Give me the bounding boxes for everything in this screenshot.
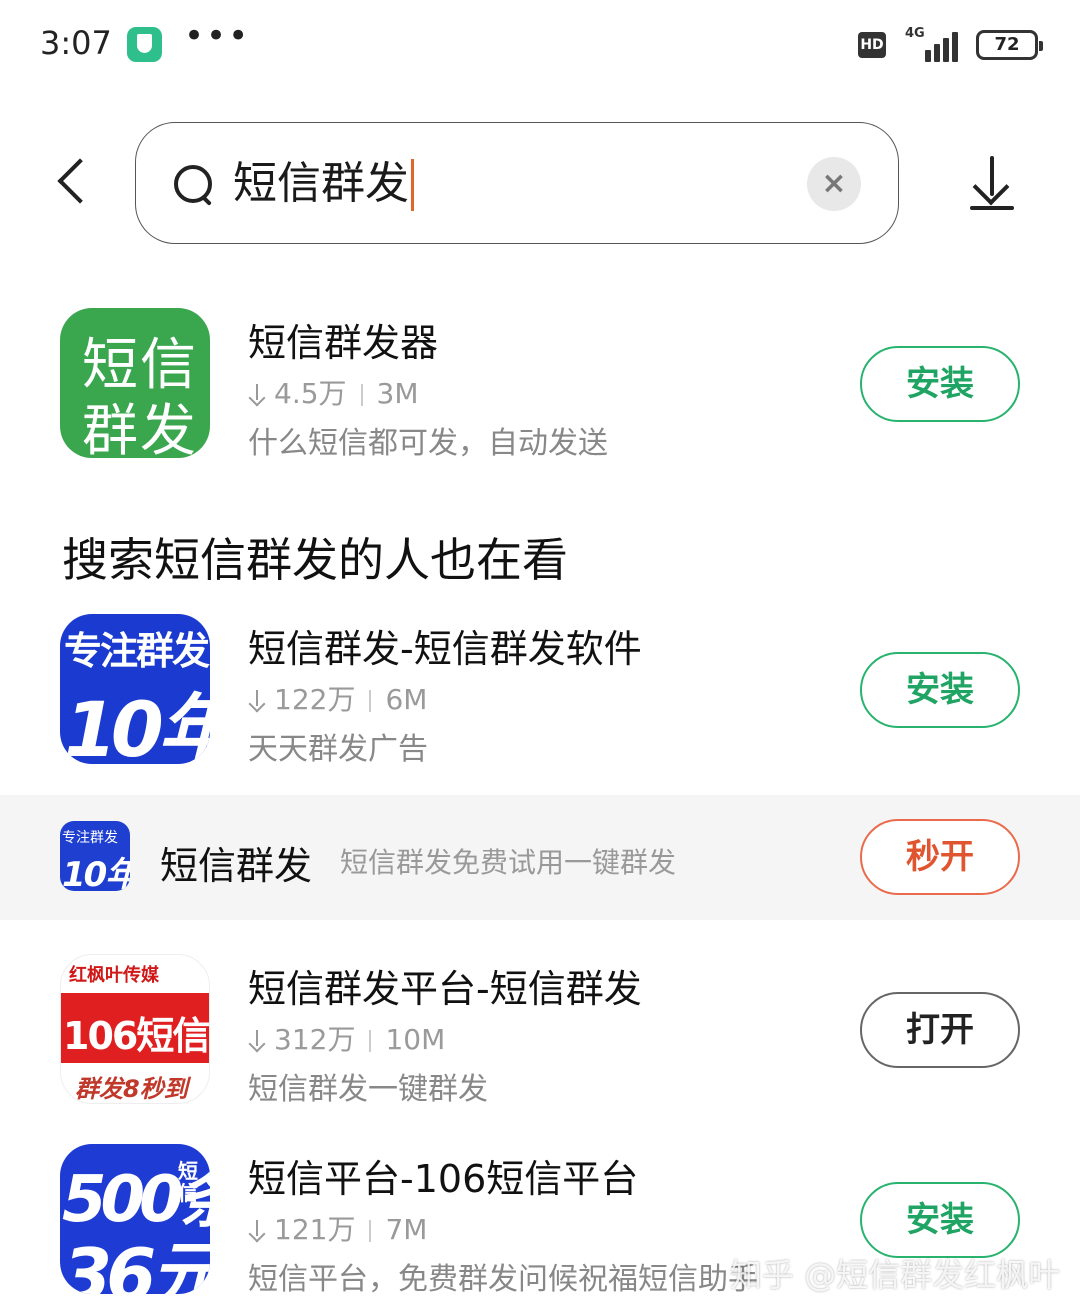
watermark: 知乎 @短信群发红枫叶 [730, 1256, 1061, 1294]
app-description: 短信平台，免费群发问候祝福短信助手 [248, 1262, 758, 1297]
app-meta: 312万 10M [248, 1018, 445, 1058]
app-list-item[interactable]: 短信 群发 短信群发器 4.5万 3M 什么短信都可发，自动发送 安装 [0, 308, 1080, 468]
clear-search-button[interactable]: × [807, 157, 861, 211]
search-icon [172, 163, 214, 205]
download-count-icon [248, 1030, 266, 1052]
download-manager-icon[interactable] [965, 150, 1019, 216]
open-button[interactable]: 打开 [860, 992, 1020, 1068]
network-type: 4G [905, 26, 925, 41]
more-notifications-icon: ••• [184, 16, 251, 56]
app-meta: 4.5万 3M [248, 372, 419, 412]
install-button[interactable]: 安装 [860, 652, 1020, 728]
status-bar: 3:07 ••• HD 4G 72 [0, 0, 1080, 92]
app-icon[interactable]: 红枫叶传媒 106短信 群发8秒到 [60, 954, 210, 1104]
promoted-app-banner[interactable]: 专注群发 10年 短信群发 短信群发免费试用一键群发 秒开 [0, 795, 1080, 920]
battery-icon: 72 [976, 30, 1043, 60]
app-title[interactable]: 短信平台-106短信平台 [248, 1148, 638, 1203]
download-count: 4.5万 [274, 377, 347, 410]
search-input[interactable]: 短信群发 × [135, 122, 899, 244]
app-icon[interactable]: 专注群发 10年 [60, 614, 210, 764]
app-meta: 122万 6M [248, 678, 427, 718]
app-description: 短信群发一键群发 [248, 1072, 488, 1107]
promoted-app-subtitle: 短信群发免费试用一键群发 [340, 846, 677, 879]
app-icon[interactable]: 短信 群发 [60, 308, 210, 458]
security-shield-icon [127, 27, 162, 62]
status-time: 3:07 [40, 24, 112, 62]
download-count: 121万 [274, 1213, 356, 1246]
section-title: 搜索短信群发的人也在看 [62, 533, 568, 587]
promoted-app-icon[interactable]: 专注群发 10年 [60, 821, 130, 891]
text-caret [411, 159, 414, 211]
download-count-icon [248, 1220, 266, 1242]
app-list-item[interactable]: 专注群发 10年 短信群发-短信群发软件 122万 6M 天天群发广告 安装 [0, 614, 1080, 774]
download-count-icon [248, 384, 266, 406]
app-title[interactable]: 短信群发-短信群发软件 [248, 618, 642, 673]
cellular-signal-icon: 4G [905, 26, 963, 62]
app-description: 什么短信都可发，自动发送 [248, 426, 608, 461]
app-description: 天天群发广告 [248, 732, 428, 767]
search-query[interactable]: 短信群发 [233, 159, 414, 211]
app-size: 3M [376, 377, 419, 410]
install-button[interactable]: 安装 [860, 1182, 1020, 1258]
back-arrow-icon[interactable] [52, 155, 96, 211]
hd-voice-icon: HD [858, 32, 886, 58]
app-size: 6M [385, 683, 428, 716]
app-icon[interactable]: 500条 短信 36元 [60, 1144, 210, 1294]
app-title[interactable]: 短信群发平台-短信群发 [248, 958, 642, 1013]
download-count-icon [248, 690, 266, 712]
promoted-app-title[interactable]: 短信群发 [160, 835, 312, 890]
app-title[interactable]: 短信群发器 [248, 312, 438, 367]
quick-open-button[interactable]: 秒开 [860, 819, 1020, 895]
download-count: 312万 [274, 1023, 356, 1056]
app-list-item[interactable]: 红枫叶传媒 106短信 群发8秒到 短信群发平台-短信群发 312万 10M 短信… [0, 954, 1080, 1114]
install-button[interactable]: 安装 [860, 346, 1020, 422]
app-size: 10M [385, 1023, 446, 1056]
download-count: 122万 [274, 683, 356, 716]
app-meta: 121万 7M [248, 1208, 427, 1248]
app-size: 7M [385, 1213, 428, 1246]
